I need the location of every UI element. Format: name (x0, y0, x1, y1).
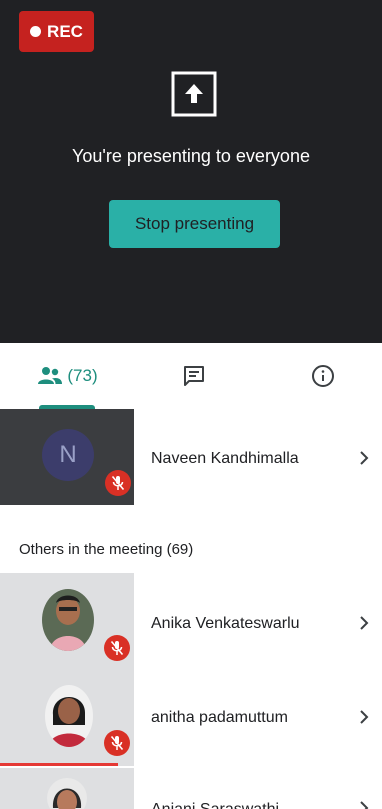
info-icon (312, 365, 334, 387)
tab-info[interactable] (298, 343, 348, 409)
mic-off-icon (104, 635, 130, 661)
participant-video-tile (0, 671, 134, 766)
chevron-right-icon[interactable] (357, 708, 371, 726)
stop-presenting-button[interactable]: Stop presenting (109, 200, 280, 248)
chevron-right-icon[interactable] (357, 449, 371, 467)
participant-name: Anika Venkateswarlu (151, 615, 300, 632)
people-icon (38, 367, 63, 384)
avatar (42, 589, 94, 651)
avatar (47, 778, 87, 809)
participant-name: Naveen Kandhimalla (151, 450, 299, 467)
participant-name: anitha padamuttum (151, 709, 288, 726)
participant-row[interactable]: anitha padamuttum (0, 671, 382, 766)
participant-video-tile: N (0, 409, 134, 505)
present-screen-icon (171, 71, 217, 117)
participant-row[interactable]: Anjani Saraswathi (0, 768, 382, 809)
participant-row-pinned[interactable]: N Naveen Kandhimalla (0, 409, 382, 505)
video-progress-bar[interactable] (0, 763, 118, 766)
presenting-message: You're presenting to everyone (72, 146, 310, 166)
participant-name: Anjani Saraswathi (151, 801, 279, 809)
mic-off-icon (104, 730, 130, 756)
participant-row[interactable]: Anika Venkateswarlu (0, 573, 382, 671)
participant-video-tile (0, 573, 134, 671)
recording-label: REC (47, 21, 83, 41)
avatar (45, 685, 93, 747)
presentation-panel: REC You're presenting to everyone Stop p… (0, 0, 382, 343)
panel-tabs: (73) (0, 343, 382, 410)
participant-video-tile (0, 768, 134, 809)
avatar: N (42, 429, 94, 481)
tab-chat[interactable] (169, 343, 219, 409)
people-count: (73) (67, 366, 98, 385)
chat-icon (184, 366, 204, 386)
mic-off-icon (105, 470, 131, 496)
tab-people[interactable]: (73) (20, 343, 115, 409)
chevron-right-icon[interactable] (357, 799, 371, 809)
others-section-title: Others in the meeting (69) (19, 541, 194, 558)
chevron-right-icon[interactable] (357, 614, 371, 632)
recording-badge: REC (19, 11, 94, 52)
record-dot-icon (30, 26, 42, 37)
